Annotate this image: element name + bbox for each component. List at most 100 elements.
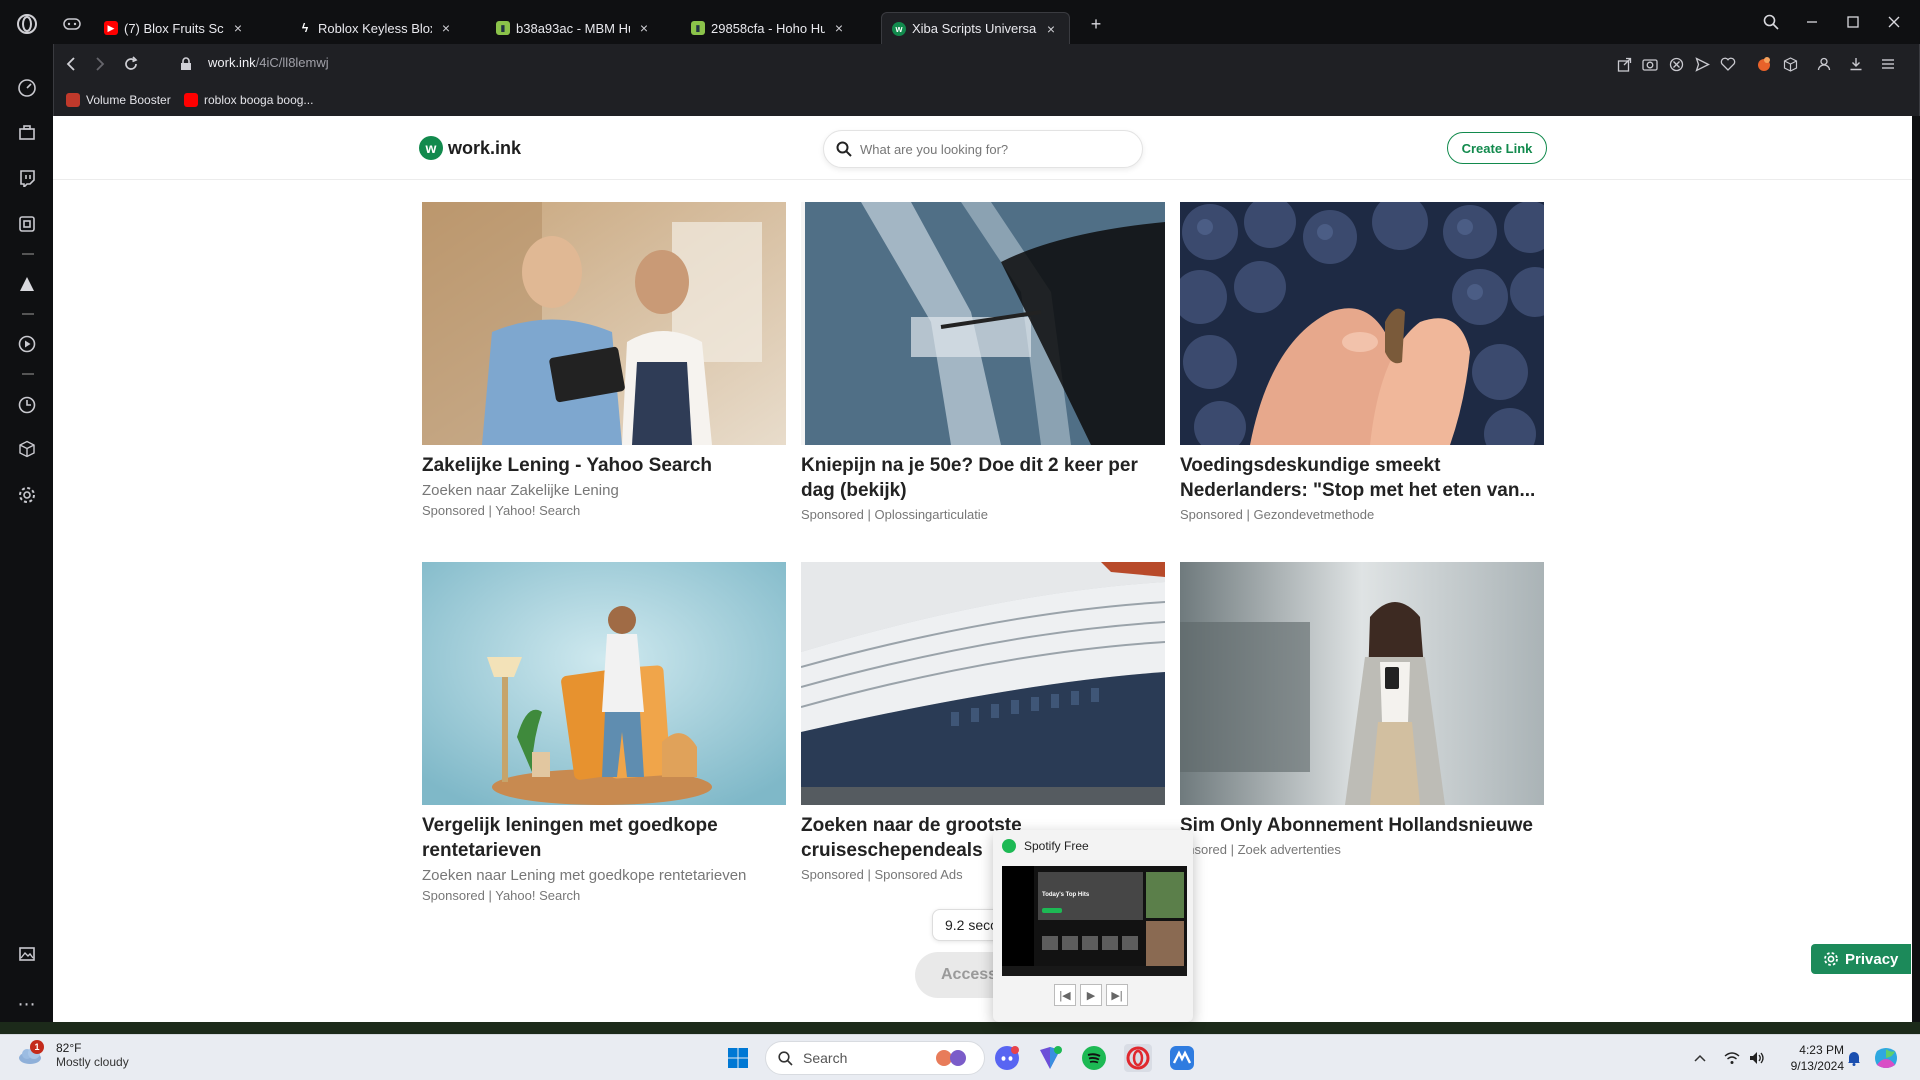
download-icon[interactable] (1844, 52, 1868, 76)
close-icon[interactable]: × (1043, 21, 1059, 37)
gear-icon (1824, 952, 1838, 966)
back-icon[interactable] (59, 52, 83, 76)
taskbar-search-label: Search (803, 1050, 848, 1066)
opera-browser-window: ⋯ ▶ (7) Blox Fruits Script / Hack × ϟ Ro… (0, 0, 1920, 1022)
minimize-icon[interactable] (1797, 10, 1827, 34)
search-tabs-icon[interactable] (1756, 10, 1786, 34)
windows-taskbar: 1 82°F Mostly cloudy Search 4:23 PM 9/13… (0, 1034, 1920, 1080)
play-icon[interactable]: ▶ (1080, 984, 1102, 1006)
next-track-icon[interactable]: ▶| (1106, 984, 1128, 1006)
ad-card[interactable]: Zakelijke Lening - Yahoo Search Zoeken n… (422, 202, 786, 518)
workink-logo-icon: w (419, 136, 443, 160)
sidebar-divider (22, 373, 34, 375)
taskbar-search[interactable]: Search (765, 1041, 985, 1075)
aria-icon[interactable] (13, 270, 41, 298)
adblock-icon[interactable] (1664, 52, 1688, 76)
speed-dial-icon[interactable] (13, 74, 41, 102)
discord-icon[interactable] (993, 1044, 1021, 1072)
crypto-wallet-icon[interactable] (1752, 52, 1776, 76)
ad-title[interactable]: Vergelijk leningen met goedkope rentetar… (422, 813, 786, 863)
search-highlight-icon (936, 1050, 966, 1066)
browser-tab[interactable]: ▮ 29858cfa - Hoho Hub V3 B × (681, 12, 857, 44)
twitch-icon[interactable] (13, 164, 41, 192)
ad-title[interactable]: Zakelijke Lening - Yahoo Search (422, 453, 786, 478)
search-input[interactable] (860, 141, 1120, 157)
site-logo[interactable]: w work.ink (419, 136, 521, 160)
site-header: w work.ink Create Link (53, 116, 1912, 180)
browser-tab-active[interactable]: w Xiba Scripts Universal Key × (881, 12, 1070, 44)
more-options-icon[interactable]: ⋯ (13, 990, 41, 1018)
app-icon[interactable] (1168, 1044, 1196, 1072)
wifi-icon[interactable] (1718, 1044, 1746, 1072)
window-close-icon[interactable] (1879, 10, 1909, 34)
ad-card[interactable]: Voedingsdeskundige smeekt Nederlanders: … (1180, 202, 1544, 522)
camera-icon[interactable] (1638, 52, 1662, 76)
copilot-icon[interactable] (1872, 1044, 1900, 1072)
ad-title[interactable]: Kniepijn na je 50e? Doe dit 2 keer per d… (801, 453, 1165, 503)
cube-icon[interactable] (1778, 52, 1802, 76)
vpn-shield-icon[interactable] (1036, 1044, 1064, 1072)
cube-icon[interactable] (13, 435, 41, 463)
settings-gear-icon[interactable] (13, 481, 41, 509)
ad-card[interactable]: Vergelijk leningen met goedkope rentetar… (422, 562, 786, 903)
ad-title[interactable]: Sim Only Abonnement Hollandsnieuwe (1180, 813, 1544, 838)
browser-tab[interactable]: ϟ Roblox Keyless Bloxfruits Sc × (288, 12, 464, 44)
gamepad-icon[interactable] (58, 10, 86, 38)
search-icon (778, 1050, 793, 1066)
ad-card[interactable]: Kniepijn na je 50e? Doe dit 2 keer per d… (801, 202, 1165, 522)
tab-title: Roblox Keyless Bloxfruits Sc (318, 20, 432, 36)
spotify-thumbnail-preview[interactable]: Spotify Free Today's Top Hits |◀ ▶ ▶| (993, 830, 1193, 1022)
share-icon[interactable] (1612, 52, 1636, 76)
close-icon[interactable]: × (230, 20, 246, 36)
notification-bell-icon[interactable] (1840, 1044, 1868, 1072)
profile-icon[interactable] (1812, 52, 1836, 76)
bookmark-volume-booster[interactable]: Volume Booster (66, 90, 171, 110)
heart-icon[interactable] (1716, 52, 1740, 76)
ad-image (422, 202, 786, 445)
site-search-box[interactable] (823, 130, 1143, 168)
bookmark-label: roblox booga boog... (204, 93, 314, 107)
chevron-up-icon[interactable] (1686, 1044, 1714, 1072)
opera-logo-icon[interactable] (13, 10, 41, 38)
system-clock[interactable]: 4:23 PM 9/13/2024 (1764, 1042, 1844, 1074)
url-field[interactable]: work.ink/4iC/ll8lemwj (208, 55, 329, 70)
ad-image (801, 202, 1165, 445)
browser-sidebar: ⋯ (0, 0, 53, 1022)
lock-icon[interactable] (174, 52, 198, 76)
preview-thumbnail[interactable]: Today's Top Hits (1002, 866, 1187, 976)
ad-title[interactable]: Voedingsdeskundige smeekt Nederlanders: … (1180, 453, 1544, 503)
close-icon[interactable]: × (831, 20, 847, 36)
desktop-wallpaper-strip (0, 1020, 1920, 1034)
player-icon[interactable] (13, 330, 41, 358)
tab-title: 29858cfa - Hoho Hub V3 B (711, 20, 825, 36)
briefcase-icon[interactable] (13, 119, 41, 147)
create-link-button[interactable]: Create Link (1447, 132, 1547, 164)
gallery-icon[interactable] (13, 940, 41, 968)
history-icon[interactable] (13, 391, 41, 419)
browser-tab[interactable]: ▶ (7) Blox Fruits Script / Hack × (94, 12, 256, 44)
forward-icon[interactable] (88, 52, 112, 76)
privacy-button[interactable]: Privacy (1811, 944, 1911, 974)
reload-icon[interactable] (119, 52, 143, 76)
weather-widget[interactable]: 1 82°F Mostly cloudy (16, 1040, 129, 1069)
preview-header: Spotify Free (1002, 839, 1089, 853)
send-icon[interactable] (1690, 52, 1714, 76)
clock-time: 4:23 PM (1799, 1043, 1844, 1057)
close-icon[interactable]: × (636, 20, 652, 36)
tab-bar: ▶ (7) Blox Fruits Script / Hack × ϟ Robl… (53, 0, 1920, 44)
new-tab-plus-icon[interactable]: + (1081, 12, 1111, 36)
close-icon[interactable]: × (438, 20, 454, 36)
browser-tab[interactable]: ▮ b38a93ac - MBM Hub Scrip × (486, 12, 662, 44)
bookmark-roblox-booga[interactable]: roblox booga boog... (184, 90, 313, 110)
spotify-icon[interactable] (1080, 1044, 1108, 1072)
menu-icon[interactable] (1876, 52, 1900, 76)
ad-card[interactable]: Sim Only Abonnement Hollandsnieuwe onsor… (1180, 562, 1544, 857)
sidebar-divider (22, 313, 34, 315)
ad-image (801, 562, 1165, 805)
ad-subtitle: Zoeken naar Lening met goedkope rentetar… (422, 867, 747, 884)
opera-taskbar-icon[interactable] (1124, 1044, 1152, 1072)
extensions-icon[interactable] (13, 210, 41, 238)
previous-track-icon[interactable]: |◀ (1054, 984, 1076, 1006)
maximize-icon[interactable] (1838, 10, 1868, 34)
windows-start-icon[interactable] (724, 1044, 752, 1072)
